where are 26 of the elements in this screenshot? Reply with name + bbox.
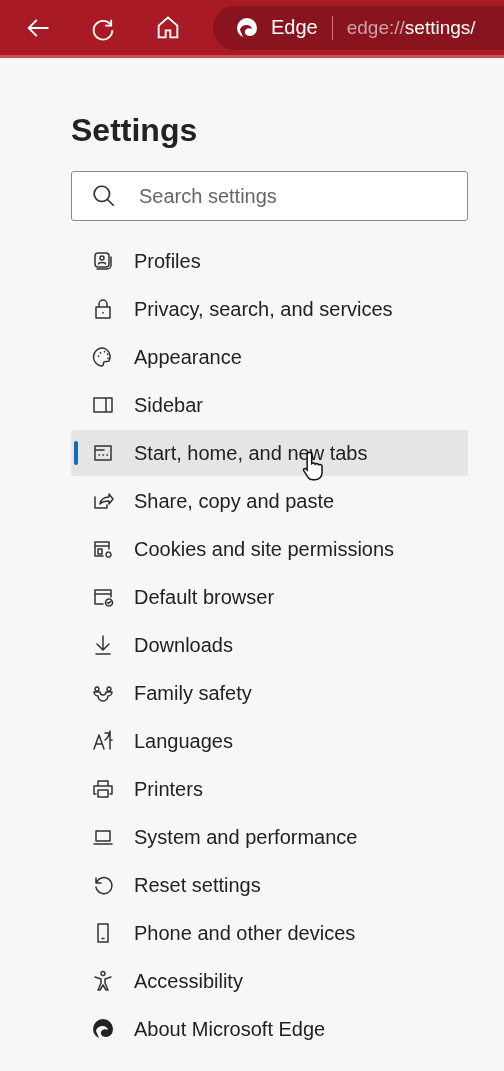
nav-item[interactable]: Printers bbox=[71, 766, 468, 812]
address-bar[interactable]: Edge edge://settings/ bbox=[213, 5, 504, 50]
accessibility-icon bbox=[91, 969, 115, 993]
url-text: edge://settings/ bbox=[346, 16, 476, 39]
page-title: Settings bbox=[71, 111, 199, 150]
nav-item[interactable]: Share, copy and paste bbox=[71, 478, 468, 524]
nav-item[interactable]: Cookies and site permissions bbox=[71, 526, 468, 572]
nav-item[interactable]: About Microsoft Edge bbox=[71, 1006, 468, 1052]
language-icon bbox=[91, 729, 115, 753]
search-field[interactable]: Search settings bbox=[71, 171, 468, 221]
nav-item[interactable]: Privacy, search, and services bbox=[71, 286, 468, 332]
nav-item[interactable]: Phone and other devices bbox=[71, 910, 468, 956]
nav-item[interactable]: Appearance bbox=[71, 334, 468, 380]
nav-item[interactable]: Family safety bbox=[71, 670, 468, 716]
nav-item[interactable]: Accessibility bbox=[71, 958, 468, 1004]
search-icon bbox=[91, 183, 117, 209]
nav-item[interactable]: Reset settings bbox=[71, 862, 468, 908]
nav-item[interactable]: System and performance bbox=[71, 814, 468, 860]
nav-item[interactable]: Downloads bbox=[71, 622, 468, 668]
site-name: Edge bbox=[271, 16, 318, 39]
nav-item[interactable]: Profiles bbox=[71, 238, 468, 284]
nav-item[interactable]: Sidebar bbox=[71, 382, 468, 428]
nav-item[interactable]: Languages bbox=[71, 718, 468, 764]
profile-icon bbox=[91, 249, 115, 273]
printer-icon bbox=[91, 777, 115, 801]
nav-item[interactable]: Default browser bbox=[71, 574, 468, 620]
